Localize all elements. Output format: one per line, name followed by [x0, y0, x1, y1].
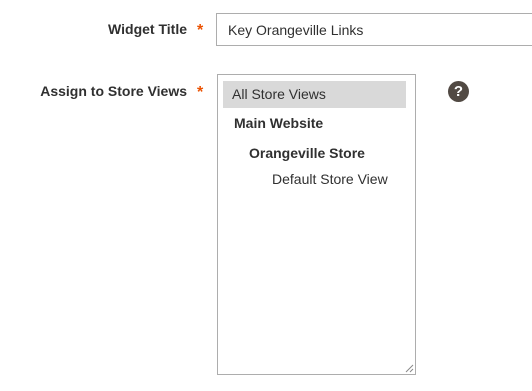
- store-views-label: Assign to Store Views: [40, 83, 187, 99]
- store-view-option-all[interactable]: All Store Views: [223, 81, 406, 108]
- store-view-group-orangeville-store: Orangeville Store: [249, 145, 365, 161]
- question-mark-icon[interactable]: ?: [448, 81, 469, 102]
- widget-title-input[interactable]: [216, 13, 532, 46]
- resize-grip-icon[interactable]: [404, 363, 414, 373]
- required-marker: *: [197, 22, 204, 39]
- store-view-option-default[interactable]: Default Store View: [272, 171, 388, 187]
- widget-title-label: Widget Title: [108, 21, 187, 37]
- store-view-group-main-website: Main Website: [234, 115, 324, 131]
- required-marker: *: [197, 84, 204, 101]
- store-views-multiselect[interactable]: All Store Views Main Website Orangeville…: [217, 74, 416, 375]
